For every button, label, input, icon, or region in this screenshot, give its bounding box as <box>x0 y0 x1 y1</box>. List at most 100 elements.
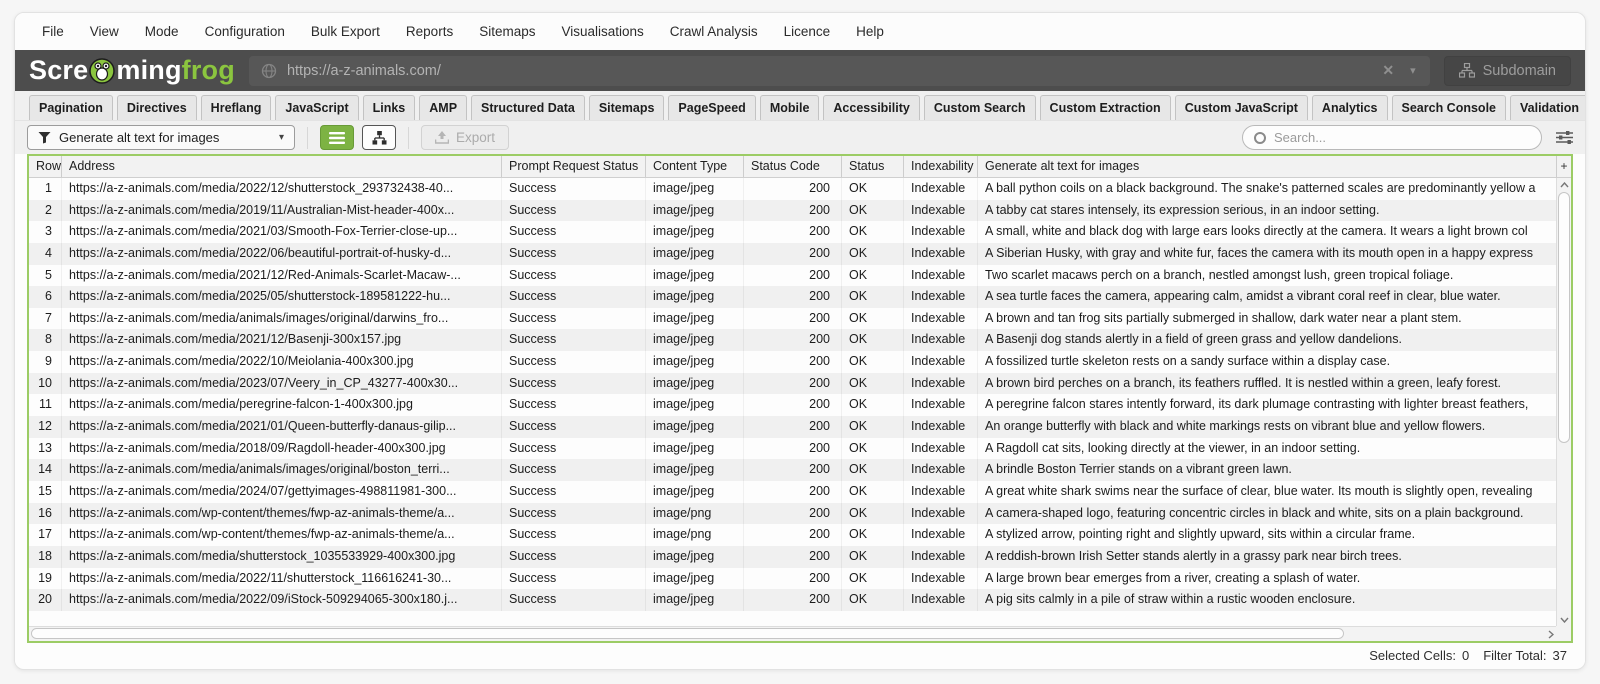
add-column-button[interactable]: + <box>1556 156 1571 178</box>
subdomain-scope-button[interactable]: Subdomain <box>1444 56 1571 86</box>
tab-accessibility[interactable]: Accessibility <box>823 95 919 120</box>
cell-address[interactable]: https://a-z-animals.com/media/2022/10/Me… <box>61 351 501 373</box>
scroll-up-icon[interactable] <box>1557 178 1571 191</box>
vertical-scrollbar-thumb[interactable] <box>1558 192 1570 443</box>
table-row[interactable]: 18 https://a-z-animals.com/media/shutter… <box>29 546 1556 568</box>
cell-address[interactable]: https://a-z-animals.com/media/2019/11/Au… <box>61 200 501 222</box>
url-history-chevron-down-icon[interactable]: ▾ <box>1408 64 1418 77</box>
table-row[interactable]: 19 https://a-z-animals.com/media/2022/11… <box>29 568 1556 590</box>
table-row[interactable]: 12 https://a-z-animals.com/media/2021/01… <box>29 416 1556 438</box>
clear-url-icon[interactable]: ✕ <box>1378 62 1398 79</box>
menu-item-help[interactable]: Help <box>843 24 897 39</box>
cell-prompt-request-status: Success <box>501 481 645 503</box>
cell-address[interactable]: https://a-z-animals.com/media/peregrine-… <box>61 394 501 416</box>
table-row[interactable]: 7 https://a-z-animals.com/media/animals/… <box>29 308 1556 330</box>
column-header-row[interactable]: Row <box>29 156 61 177</box>
cell-address[interactable]: https://a-z-animals.com/media/animals/im… <box>61 459 501 481</box>
cell-address[interactable]: https://a-z-animals.com/wp-content/theme… <box>61 524 501 546</box>
cell-address[interactable]: https://a-z-animals.com/media/2021/03/Sm… <box>61 221 501 243</box>
list-view-button[interactable] <box>320 125 354 150</box>
menu-item-sitemaps[interactable]: Sitemaps <box>466 24 548 39</box>
menu-item-bulk-export[interactable]: Bulk Export <box>298 24 393 39</box>
table-row[interactable]: 20 https://a-z-animals.com/media/2022/09… <box>29 589 1556 611</box>
table-row[interactable]: 17 https://a-z-animals.com/wp-content/th… <box>29 524 1556 546</box>
tab-search-console[interactable]: Search Console <box>1392 95 1506 120</box>
cell-indexability: Indexable <box>903 394 977 416</box>
cell-alt-text: A large brown bear emerges from a river,… <box>977 568 1556 590</box>
cell-status: OK <box>841 459 903 481</box>
tab-mobile[interactable]: Mobile <box>760 95 820 120</box>
tab-directives[interactable]: Directives <box>117 95 197 120</box>
scroll-right-icon[interactable] <box>1548 627 1554 641</box>
filter-dropdown[interactable]: Generate alt text for images ▾ <box>27 125 295 150</box>
cell-address[interactable]: https://a-z-animals.com/media/2022/06/be… <box>61 243 501 265</box>
column-header-status[interactable]: Status <box>841 156 903 177</box>
cell-address[interactable]: https://a-z-animals.com/wp-content/theme… <box>61 503 501 525</box>
search-input[interactable]: Search... <box>1242 125 1542 150</box>
table-row[interactable]: 15 https://a-z-animals.com/media/2024/07… <box>29 481 1556 503</box>
table-row[interactable]: 16 https://a-z-animals.com/wp-content/th… <box>29 503 1556 525</box>
tree-view-button[interactable] <box>362 125 396 150</box>
cell-address[interactable]: https://a-z-animals.com/media/2022/11/sh… <box>61 568 501 590</box>
cell-address[interactable]: https://a-z-animals.com/media/2021/12/Ba… <box>61 329 501 351</box>
tab-hreflang[interactable]: Hreflang <box>201 95 272 120</box>
cell-address[interactable]: https://a-z-animals.com/media/2021/12/Re… <box>61 265 501 287</box>
cell-address[interactable]: https://a-z-animals.com/media/2022/12/sh… <box>61 178 501 200</box>
cell-address[interactable]: https://a-z-animals.com/media/2023/07/Ve… <box>61 373 501 395</box>
cell-address[interactable]: https://a-z-animals.com/media/2022/09/iS… <box>61 589 501 611</box>
table-row[interactable]: 10 https://a-z-animals.com/media/2023/07… <box>29 373 1556 395</box>
tab-pagespeed[interactable]: PageSpeed <box>668 95 755 120</box>
table-row[interactable]: 13 https://a-z-animals.com/media/2018/09… <box>29 438 1556 460</box>
menu-item-visualisations[interactable]: Visualisations <box>548 24 656 39</box>
menu-item-crawl-analysis[interactable]: Crawl Analysis <box>657 24 771 39</box>
tab-validation[interactable]: Validation <box>1510 95 1586 120</box>
menu-item-mode[interactable]: Mode <box>132 24 192 39</box>
tab-pagination[interactable]: Pagination <box>29 95 113 120</box>
cell-address[interactable]: https://a-z-animals.com/media/shuttersto… <box>61 546 501 568</box>
tab-analytics[interactable]: Analytics <box>1312 95 1388 120</box>
tab-custom-extraction[interactable]: Custom Extraction <box>1040 95 1171 120</box>
table-row[interactable]: 8 https://a-z-animals.com/media/2021/12/… <box>29 329 1556 351</box>
horizontal-scrollbar-thumb[interactable] <box>31 628 1344 639</box>
cell-address[interactable]: https://a-z-animals.com/media/2021/01/Qu… <box>61 416 501 438</box>
cell-address[interactable]: https://a-z-animals.com/media/2018/09/Ra… <box>61 438 501 460</box>
tab-sitemaps[interactable]: Sitemaps <box>589 95 665 120</box>
table-row[interactable]: 6 https://a-z-animals.com/media/2025/05/… <box>29 286 1556 308</box>
table-row[interactable]: 9 https://a-z-animals.com/media/2022/10/… <box>29 351 1556 373</box>
url-value[interactable]: https://a-z-animals.com/ <box>287 63 1368 79</box>
scroll-down-icon[interactable] <box>1557 613 1571 626</box>
table-row[interactable]: 1 https://a-z-animals.com/media/2022/12/… <box>29 178 1556 200</box>
tab-custom-javascript[interactable]: Custom JavaScript <box>1175 95 1308 120</box>
table-row[interactable]: 14 https://a-z-animals.com/media/animals… <box>29 459 1556 481</box>
column-header-status-code[interactable]: Status Code <box>743 156 841 177</box>
horizontal-scrollbar[interactable] <box>29 626 1556 641</box>
search-settings-sliders-icon[interactable] <box>1556 130 1573 145</box>
vertical-scrollbar[interactable] <box>1556 178 1571 626</box>
menu-item-view[interactable]: View <box>77 24 132 39</box>
table-row[interactable]: 2 https://a-z-animals.com/media/2019/11/… <box>29 200 1556 222</box>
column-header-generate-alt-text-for-images[interactable]: Generate alt text for images <box>977 156 1556 177</box>
tab-links[interactable]: Links <box>363 95 416 120</box>
url-input[interactable]: https://a-z-animals.com/ ✕ ▾ <box>249 56 1430 86</box>
tab-javascript[interactable]: JavaScript <box>275 95 358 120</box>
cell-status: OK <box>841 221 903 243</box>
menu-item-reports[interactable]: Reports <box>393 24 466 39</box>
column-header-prompt-request-status[interactable]: Prompt Request Status <box>501 156 645 177</box>
column-header-address[interactable]: Address <box>61 156 501 177</box>
cell-address[interactable]: https://a-z-animals.com/media/2025/05/sh… <box>61 286 501 308</box>
column-header-content-type[interactable]: Content Type <box>645 156 743 177</box>
cell-address[interactable]: https://a-z-animals.com/media/animals/im… <box>61 308 501 330</box>
tab-structured-data[interactable]: Structured Data <box>471 95 585 120</box>
menu-item-file[interactable]: File <box>29 24 77 39</box>
table-row[interactable]: 3 https://a-z-animals.com/media/2021/03/… <box>29 221 1556 243</box>
export-button[interactable]: Export <box>421 125 509 150</box>
table-row[interactable]: 11 https://a-z-animals.com/media/peregri… <box>29 394 1556 416</box>
table-row[interactable]: 4 https://a-z-animals.com/media/2022/06/… <box>29 243 1556 265</box>
menu-item-licence[interactable]: Licence <box>771 24 844 39</box>
cell-address[interactable]: https://a-z-animals.com/media/2024/07/ge… <box>61 481 501 503</box>
tab-custom-search[interactable]: Custom Search <box>924 95 1036 120</box>
table-row[interactable]: 5 https://a-z-animals.com/media/2021/12/… <box>29 265 1556 287</box>
tab-amp[interactable]: AMP <box>419 95 467 120</box>
column-header-indexability[interactable]: Indexability <box>903 156 977 177</box>
menu-item-configuration[interactable]: Configuration <box>192 24 298 39</box>
